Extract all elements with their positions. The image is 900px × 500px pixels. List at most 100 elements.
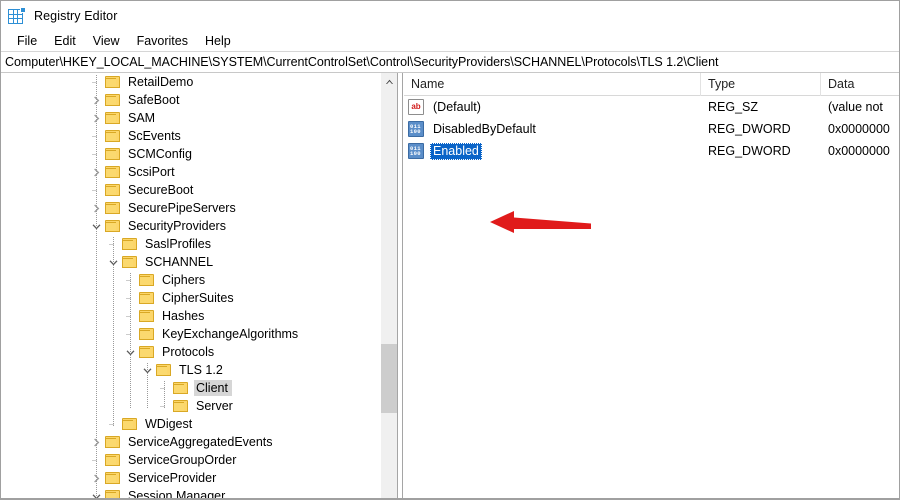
column-header-type[interactable]: Type bbox=[701, 73, 821, 96]
tree-guide-line bbox=[164, 381, 165, 408]
title-bar: Registry Editor bbox=[1, 1, 899, 30]
tree-connector bbox=[106, 235, 122, 253]
tree-node-scevents[interactable]: ScEvents bbox=[1, 127, 397, 145]
registry-values-pane[interactable]: Name Type Data ab (Default) REG_SZ (value n… bbox=[404, 73, 899, 499]
menu-item-favorites[interactable]: Favorites bbox=[129, 32, 197, 50]
menu-item-view[interactable]: View bbox=[85, 32, 129, 50]
tree-node-servicegrouporder[interactable]: ServiceGroupOrder bbox=[1, 451, 397, 469]
tree-node-saslprofiles[interactable]: SaslProfiles bbox=[1, 235, 397, 253]
value-name-cell[interactable]: 011 100 Enabled bbox=[404, 142, 701, 160]
pane-splitter[interactable] bbox=[397, 73, 403, 499]
chevron-right-icon[interactable] bbox=[89, 199, 105, 217]
tree-node-scsiport[interactable]: ScsiPort bbox=[1, 163, 397, 181]
tree-node-label: SecureBoot bbox=[128, 183, 194, 197]
tree-node-securityproviders[interactable]: SecurityProviders bbox=[1, 217, 397, 235]
value-name-cell[interactable]: ab (Default) bbox=[404, 99, 701, 116]
folder-icon bbox=[105, 75, 121, 89]
chevron-right-icon[interactable] bbox=[89, 109, 105, 127]
chevron-right-icon[interactable] bbox=[89, 433, 105, 451]
folder-icon bbox=[105, 435, 121, 449]
tree-node-label: WDigest bbox=[145, 417, 193, 431]
value-row[interactable]: 011 100 Enabled REG_DWORD 0x0000000 bbox=[404, 140, 899, 162]
tree-node-server[interactable]: Server bbox=[1, 397, 397, 415]
tree-node-label: SaslProfiles bbox=[145, 237, 211, 251]
folder-icon bbox=[139, 291, 155, 305]
chevron-down-icon[interactable] bbox=[140, 361, 156, 379]
tree-node-label: SCMConfig bbox=[128, 147, 192, 161]
tree-node-label: ServiceAggregatedEvents bbox=[128, 435, 273, 449]
tree-node-label: CipherSuites bbox=[162, 291, 234, 305]
tree-node-label: TLS 1.2 bbox=[179, 363, 223, 377]
string-value-icon: ab bbox=[408, 99, 424, 115]
tree-scrollbar-thumb[interactable] bbox=[381, 344, 397, 413]
chevron-down-icon[interactable] bbox=[123, 343, 139, 361]
column-header-data[interactable]: Data bbox=[821, 73, 899, 96]
folder-icon bbox=[139, 309, 155, 323]
tree-guide-line bbox=[147, 363, 148, 408]
chevron-right-icon[interactable] bbox=[89, 91, 105, 109]
tree-node-hashes[interactable]: Hashes bbox=[1, 307, 397, 325]
value-name-cell[interactable]: 011 100 DisabledByDefault bbox=[404, 121, 701, 138]
tree-node-label: SAM bbox=[128, 111, 156, 125]
content-area: RetailDemo SafeBoot SAM ScEvents SCMConfig Sc… bbox=[1, 73, 899, 499]
tree-node-ciphers[interactable]: Ciphers bbox=[1, 271, 397, 289]
menu-item-file[interactable]: File bbox=[9, 32, 46, 50]
folder-icon bbox=[105, 129, 121, 143]
menu-item-edit[interactable]: Edit bbox=[46, 32, 85, 50]
tree-node-label: ScsiPort bbox=[128, 165, 175, 179]
folder-icon bbox=[139, 327, 155, 341]
folder-icon bbox=[156, 363, 172, 377]
scroll-up-icon[interactable] bbox=[381, 73, 397, 90]
tree-node-scmconfig[interactable]: SCMConfig bbox=[1, 145, 397, 163]
tree-node-sam[interactable]: SAM bbox=[1, 109, 397, 127]
tree-node-retaildemo[interactable]: RetailDemo bbox=[1, 73, 397, 91]
value-name: DisabledByDefault bbox=[433, 121, 536, 136]
folder-icon bbox=[173, 399, 189, 413]
tree-node-label: SCHANNEL bbox=[145, 255, 214, 269]
chevron-right-icon[interactable] bbox=[89, 469, 105, 487]
chevron-down-icon[interactable] bbox=[106, 253, 122, 271]
values-list[interactable]: ab (Default) REG_SZ (value not 011 100 Disable… bbox=[404, 96, 899, 162]
tree-node-secureboot[interactable]: SecureBoot bbox=[1, 181, 397, 199]
tree-node-serviceaggregatedevents[interactable]: ServiceAggregatedEvents bbox=[1, 433, 397, 451]
tree-node-schannel[interactable]: SCHANNEL bbox=[1, 253, 397, 271]
menu-item-help[interactable]: Help bbox=[197, 32, 240, 50]
chevron-right-icon[interactable] bbox=[89, 163, 105, 181]
column-header-name[interactable]: Name bbox=[404, 73, 701, 96]
tree-node-label: Client bbox=[194, 380, 232, 396]
address-bar[interactable]: Computer\HKEY_LOCAL_MACHINE\SYSTEM\Curre… bbox=[1, 51, 899, 73]
tree-node-label: ScEvents bbox=[128, 129, 181, 143]
value-row[interactable]: ab (Default) REG_SZ (value not bbox=[404, 96, 899, 118]
tree-node-securepipeservers[interactable]: SecurePipeServers bbox=[1, 199, 397, 217]
registry-tree-pane[interactable]: RetailDemo SafeBoot SAM ScEvents SCMConfig Sc… bbox=[1, 73, 397, 499]
tree-node-protocols[interactable]: Protocols bbox=[1, 343, 397, 361]
tree-node-client[interactable]: Client bbox=[1, 379, 397, 397]
value-row[interactable]: 011 100 DisabledByDefault REG_DWORD 0x000000… bbox=[404, 118, 899, 140]
tree-node-label: Hashes bbox=[162, 309, 205, 323]
tree-node-serviceprovider[interactable]: ServiceProvider bbox=[1, 469, 397, 487]
tree-node-label: ServiceGroupOrder bbox=[128, 453, 237, 467]
window-title: Registry Editor bbox=[34, 8, 118, 23]
chevron-down-icon[interactable] bbox=[89, 217, 105, 235]
tree-node-tls-1-2[interactable]: TLS 1.2 bbox=[1, 361, 397, 379]
folder-icon bbox=[173, 381, 189, 395]
registry-tree[interactable]: RetailDemo SafeBoot SAM ScEvents SCMConfig Sc… bbox=[1, 73, 397, 499]
tree-node-wdigest[interactable]: WDigest bbox=[1, 415, 397, 433]
window-bottom-edge bbox=[1, 498, 899, 499]
tree-node-label: Server bbox=[196, 399, 233, 413]
folder-icon bbox=[105, 453, 121, 467]
tree-connector bbox=[89, 145, 105, 163]
tree-node-label: RetailDemo bbox=[128, 75, 194, 89]
folder-icon bbox=[105, 471, 121, 485]
tree-node-ciphersuites[interactable]: CipherSuites bbox=[1, 289, 397, 307]
value-type: REG_DWORD bbox=[708, 144, 791, 158]
tree-node-safeboot[interactable]: SafeBoot bbox=[1, 91, 397, 109]
folder-icon bbox=[105, 165, 121, 179]
folder-icon bbox=[105, 147, 121, 161]
tree-guide-line bbox=[113, 237, 114, 426]
tree-connector bbox=[89, 73, 105, 91]
tree-node-keyexchangealgorithms[interactable]: KeyExchangeAlgorithms bbox=[1, 325, 397, 343]
tree-vertical-scrollbar[interactable] bbox=[380, 73, 397, 499]
folder-icon bbox=[122, 417, 138, 431]
tree-node-label: SecurePipeServers bbox=[128, 201, 236, 215]
